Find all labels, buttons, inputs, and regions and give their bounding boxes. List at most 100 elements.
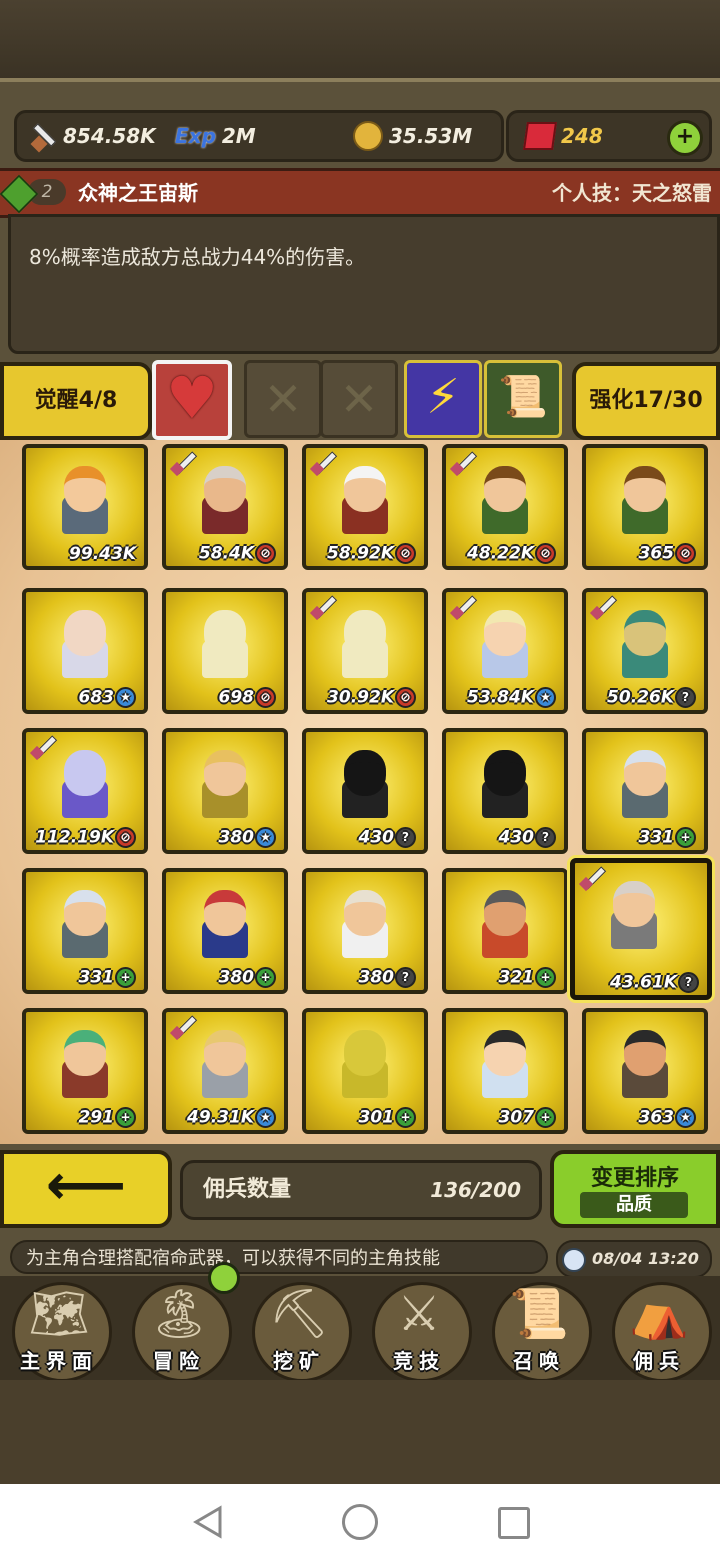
hero-card[interactable]: 30.92K ⊘ bbox=[302, 588, 428, 714]
empty-slot-1[interactable]: ✕ bbox=[244, 360, 322, 438]
system-back-icon[interactable] bbox=[190, 1504, 226, 1540]
hero-head bbox=[484, 750, 526, 796]
hero-power-text: 43.61K bbox=[610, 972, 677, 993]
skill-description-panel: 8%概率造成敌方总战力44%的伤害。 bbox=[8, 214, 720, 354]
hero-power-value: 363 ★ bbox=[586, 1107, 696, 1128]
nav-item-0[interactable]: 🗺 主界面 bbox=[4, 1278, 114, 1382]
hero-portrait bbox=[56, 890, 114, 960]
hero-power-text: 683 bbox=[78, 687, 115, 708]
hero-card[interactable]: 58.4K ⊘ bbox=[162, 444, 288, 570]
hero-card[interactable]: 331 + bbox=[22, 868, 148, 994]
clock-icon bbox=[562, 1247, 586, 1272]
hero-portrait bbox=[196, 750, 254, 820]
hero-card[interactable]: 683 ★ bbox=[22, 588, 148, 714]
nav-item-2[interactable]: ⛏ 挖矿 bbox=[244, 1278, 354, 1382]
hero-power-text: 430 bbox=[498, 827, 535, 848]
hero-power-text: 430 bbox=[358, 827, 395, 848]
scroll-skill-slot[interactable] bbox=[484, 360, 562, 438]
hero-card[interactable]: 698 ⊘ bbox=[162, 588, 288, 714]
weapon-equipped-icon bbox=[168, 450, 198, 480]
nav-item-5[interactable]: ⛺ 佣兵 bbox=[604, 1278, 714, 1382]
skill-description: 8%概率造成敌方总战力44%的伤害。 bbox=[29, 245, 366, 269]
hero-power-text: 321 bbox=[498, 967, 535, 988]
hero-power-value: 683 ★ bbox=[26, 687, 136, 708]
hero-portrait bbox=[616, 466, 674, 536]
hero-portrait bbox=[56, 466, 114, 536]
hero-card[interactable]: 291 + bbox=[22, 1008, 148, 1134]
weapon-equipped-icon bbox=[577, 865, 607, 895]
hero-portrait bbox=[336, 466, 394, 536]
hero-power-text: 380 bbox=[218, 967, 255, 988]
lightning-skill-slot[interactable] bbox=[404, 360, 482, 438]
hero-power-value: 331 + bbox=[26, 967, 136, 988]
sort-value: 品质 bbox=[580, 1192, 688, 1218]
skill-header: 2 众神之王宙斯 个人技：天之怒雷 bbox=[0, 168, 720, 218]
hero-card[interactable]: 365 ⊘ bbox=[582, 444, 708, 570]
hero-card[interactable]: 380 ★ bbox=[162, 728, 288, 854]
bottom-navigation: 🗺 主界面 🏝 冒险 ⛏ 挖矿 ⚔ 竞技 📜 召唤 ⛺ 佣兵 bbox=[0, 1276, 720, 1382]
hero-power-value: 380? bbox=[306, 967, 416, 988]
weapon-equipped-icon bbox=[448, 450, 478, 480]
awaken-button[interactable]: 觉醒4/8 bbox=[0, 362, 152, 440]
hero-head bbox=[64, 890, 106, 936]
nav-label: 冒险 bbox=[153, 1349, 205, 1373]
hero-card[interactable]: 430? bbox=[442, 728, 568, 854]
nav-item-4[interactable]: 📜 召唤 bbox=[484, 1278, 594, 1382]
system-home-icon[interactable] bbox=[342, 1504, 378, 1540]
pickaxe-icon: ⛏ bbox=[268, 1286, 330, 1342]
gem-value: 248 bbox=[561, 124, 603, 148]
hero-power-value: 99.43K bbox=[26, 544, 136, 564]
hero-card[interactable]: 53.84K ★ bbox=[442, 588, 568, 714]
hero-head bbox=[64, 1030, 106, 1076]
question-icon: ? bbox=[678, 972, 699, 993]
gold-coin-icon bbox=[353, 121, 383, 151]
hero-card[interactable]: 49.31K ★ bbox=[162, 1008, 288, 1134]
star-icon: ★ bbox=[255, 1107, 276, 1128]
hero-card[interactable]: 43.61K? bbox=[570, 858, 712, 1000]
enhance-button[interactable]: 强化17/30 bbox=[572, 362, 720, 440]
hero-power-value: 307 + bbox=[446, 1107, 556, 1128]
change-sort-button[interactable]: 变更排序 品质 bbox=[550, 1150, 720, 1228]
star-icon: ★ bbox=[115, 687, 136, 708]
hero-head bbox=[204, 610, 246, 656]
hero-card[interactable]: 301 + bbox=[302, 1008, 428, 1134]
no-symbol-icon: ⊘ bbox=[675, 543, 696, 564]
hero-head bbox=[484, 1030, 526, 1076]
hero-card[interactable]: 321 + bbox=[442, 868, 568, 994]
hero-card[interactable]: 363 ★ bbox=[582, 1008, 708, 1134]
hero-card[interactable]: 380? bbox=[302, 868, 428, 994]
hero-head bbox=[64, 466, 106, 512]
hero-card[interactable]: 99.43K bbox=[22, 444, 148, 570]
weapon-equipped-icon bbox=[308, 450, 338, 480]
empty-slot-2[interactable]: ✕ bbox=[320, 360, 398, 438]
hero-portrait bbox=[336, 890, 394, 960]
resource-bar: 854.58K Exp 2M 35.53M bbox=[14, 110, 504, 162]
hero-portrait bbox=[336, 610, 394, 680]
hero-portrait bbox=[196, 610, 254, 680]
hero-portrait bbox=[56, 610, 114, 680]
hero-card[interactable]: 50.26K? bbox=[582, 588, 708, 714]
hero-card[interactable]: 58.92K ⊘ bbox=[302, 444, 428, 570]
hero-card[interactable]: 307 + bbox=[442, 1008, 568, 1134]
hero-card[interactable]: 430? bbox=[302, 728, 428, 854]
hero-card[interactable]: 48.22K ⊘ bbox=[442, 444, 568, 570]
broken-heart-skill-slot[interactable] bbox=[152, 360, 232, 440]
weapon-equipped-icon bbox=[448, 594, 478, 624]
attack-resource: 854.58K bbox=[29, 113, 156, 159]
hero-portrait bbox=[605, 881, 663, 951]
nav-label: 竞技 bbox=[393, 1349, 445, 1373]
hero-power-value: 58.4K ⊘ bbox=[166, 543, 276, 564]
hero-card[interactable]: 380 + bbox=[162, 868, 288, 994]
add-gems-button[interactable]: + bbox=[667, 120, 703, 156]
nav-item-3[interactable]: ⚔ 竞技 bbox=[364, 1278, 474, 1382]
system-recents-icon[interactable] bbox=[498, 1507, 530, 1539]
locked-x-icon: ✕ bbox=[339, 372, 379, 426]
hero-power-value: 380 + bbox=[166, 967, 276, 988]
star-icon: ★ bbox=[675, 1107, 696, 1128]
hero-card[interactable]: 112.19K ⊘ bbox=[22, 728, 148, 854]
hero-card[interactable]: 331 + bbox=[582, 728, 708, 854]
back-arrow-button[interactable]: ⟵ bbox=[0, 1150, 172, 1228]
hero-power-text: 291 bbox=[78, 1107, 115, 1128]
hero-power-text: 380 bbox=[358, 967, 395, 988]
nav-label: 召唤 bbox=[513, 1349, 565, 1373]
